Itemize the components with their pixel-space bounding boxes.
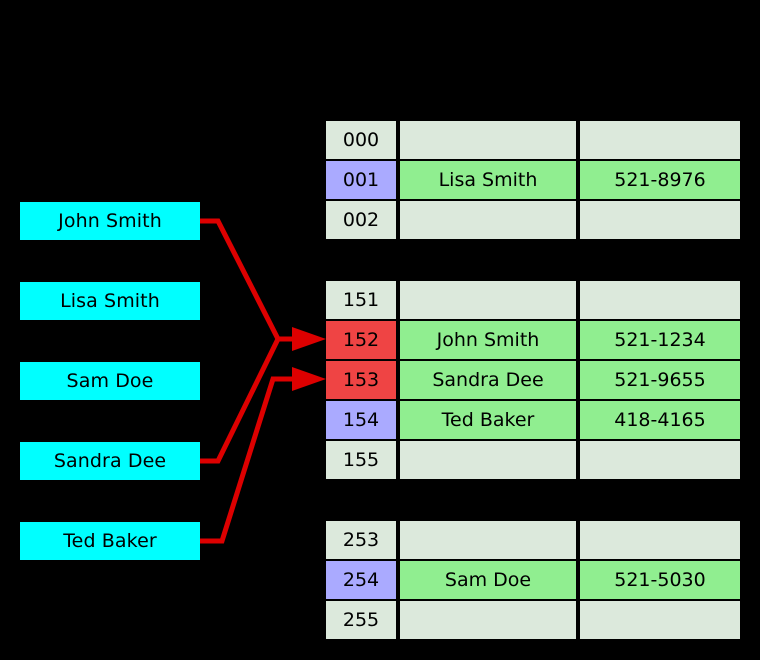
row-index-cell: 253: [326, 521, 396, 559]
row-index-cell: 254: [326, 561, 396, 599]
row-name-cell: [400, 521, 578, 559]
row-name-cell: [400, 201, 578, 239]
table-row: 253: [326, 520, 740, 560]
table-row: 151: [326, 280, 740, 320]
row-index-cell: 255: [326, 601, 396, 639]
row-index-cell: 151: [326, 281, 396, 319]
table-row: 002: [326, 200, 740, 240]
row-index-cell: 153: [326, 361, 396, 399]
arrow-line-sandra-dee: [200, 337, 281, 464]
arrowhead-row-152: [292, 327, 326, 351]
row-name-cell: Lisa Smith: [400, 161, 578, 199]
row-name-cell: John Smith: [400, 321, 578, 359]
row-phone-cell: 521-1234: [580, 321, 740, 359]
row-phone-cell: [580, 441, 740, 479]
table-row: 254 Sam Doe 521-5030: [326, 560, 740, 600]
row-phone-cell: [580, 601, 740, 639]
key-box-0[interactable]: John Smith: [20, 202, 200, 240]
row-name-cell: Sam Doe: [400, 561, 578, 599]
row-index-cell: 001: [326, 161, 396, 199]
row-name-cell: [400, 121, 578, 159]
key-box-label: Lisa Smith: [60, 289, 160, 312]
key-box-3[interactable]: Sandra Dee: [20, 442, 200, 480]
row-name-cell: Sandra Dee: [400, 361, 578, 399]
key-box-label: Sandra Dee: [53, 449, 167, 472]
row-name-cell: Ted Baker: [400, 401, 578, 439]
row-phone-cell: [580, 201, 740, 239]
bucket-table-2: 253 254 Sam Doe 521-5030 255: [326, 520, 740, 640]
row-phone-cell: 521-9655: [580, 361, 740, 399]
row-phone-cell: [580, 281, 740, 319]
diagram-canvas: John Smith Lisa Smith Sam Doe Sandra Dee…: [0, 0, 760, 660]
key-box-2[interactable]: Sam Doe: [20, 362, 200, 400]
row-index-cell: 002: [326, 201, 396, 239]
table-row: 154 Ted Baker 418-4165: [326, 400, 740, 440]
row-phone-cell: 418-4165: [580, 401, 740, 439]
key-box-label: Ted Baker: [63, 529, 157, 552]
key-box-label: Sam Doe: [66, 369, 154, 392]
table-row: 152 John Smith 521-1234: [326, 320, 740, 360]
arrowhead-row-153: [292, 367, 326, 391]
row-index-cell: 155: [326, 441, 396, 479]
arrow-line-john-smith: [200, 218, 281, 341]
row-index-cell: 152: [326, 321, 396, 359]
row-name-cell: [400, 281, 578, 319]
arrow-line-ted-baker: [200, 376, 300, 544]
table-row: 255: [326, 600, 740, 640]
table-row: 153 Sandra Dee 521-9655: [326, 360, 740, 400]
key-box-1[interactable]: Lisa Smith: [20, 282, 200, 320]
row-name-cell: [400, 441, 578, 479]
row-phone-cell: [580, 121, 740, 159]
key-box-4[interactable]: Ted Baker: [20, 522, 200, 560]
row-phone-cell: 521-8976: [580, 161, 740, 199]
key-box-label: John Smith: [58, 209, 162, 232]
bucket-table-0: 000 001 Lisa Smith 521-8976 002: [326, 120, 740, 240]
row-phone-cell: 521-5030: [580, 561, 740, 599]
row-phone-cell: [580, 521, 740, 559]
table-row: 001 Lisa Smith 521-8976: [326, 160, 740, 200]
table-row: 000: [326, 120, 740, 160]
row-index-cell: 154: [326, 401, 396, 439]
row-name-cell: [400, 601, 578, 639]
bucket-table-1: 151 152 John Smith 521-1234 153 Sandra Dee 521…: [326, 280, 740, 480]
table-row: 155: [326, 440, 740, 480]
row-index-cell: 000: [326, 121, 396, 159]
